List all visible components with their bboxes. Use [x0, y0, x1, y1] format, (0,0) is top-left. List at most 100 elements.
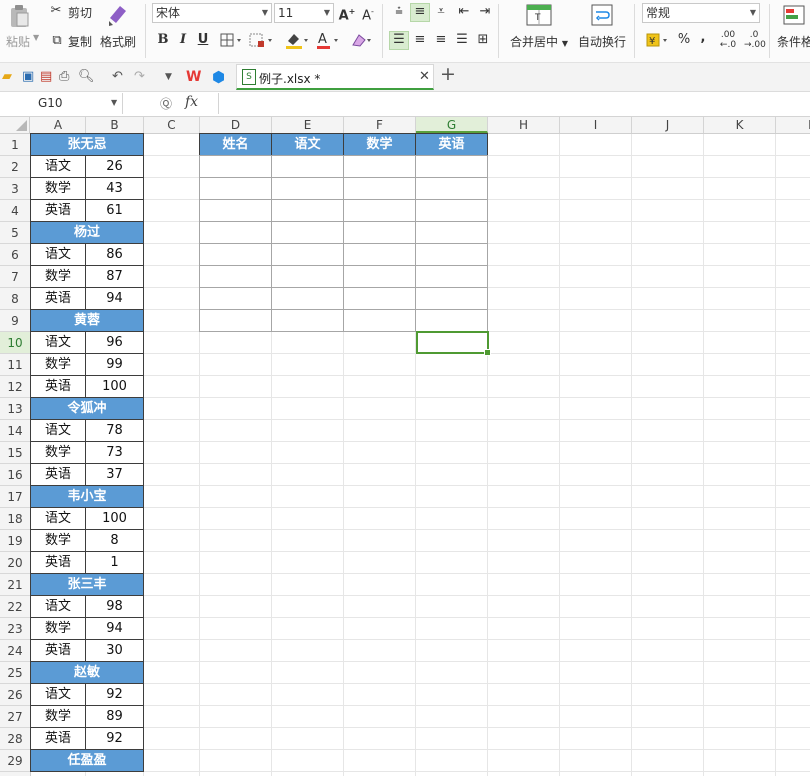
summary-empty-cell[interactable] — [343, 199, 416, 222]
row-header-13[interactable]: 13 — [0, 398, 30, 420]
summary-header-cell[interactable]: 语文 — [271, 133, 344, 156]
score-cell[interactable]: 1 — [85, 551, 144, 574]
subject-cell[interactable]: 英语 — [30, 199, 86, 222]
score-cell[interactable]: 96 — [85, 331, 144, 354]
percent-button[interactable]: % — [676, 32, 692, 48]
summary-empty-cell[interactable] — [415, 199, 488, 222]
summary-empty-cell[interactable] — [199, 177, 272, 200]
subject-cell[interactable]: 数学 — [30, 177, 86, 200]
font-name-select[interactable]: 宋体 ▼ — [152, 3, 272, 23]
summary-empty-cell[interactable] — [199, 265, 272, 288]
row-header-1[interactable]: 1 — [0, 134, 30, 156]
summary-empty-cell[interactable] — [343, 309, 416, 332]
copy-icon[interactable]: ⧉ — [50, 33, 64, 49]
row-header-20[interactable]: 20 — [0, 552, 30, 574]
summary-empty-cell[interactable] — [343, 243, 416, 266]
name-box[interactable]: G10 ▼ — [0, 93, 123, 114]
paste-icon[interactable] — [8, 4, 30, 28]
summary-empty-cell[interactable] — [199, 155, 272, 178]
column-header-e[interactable]: E — [272, 117, 344, 133]
subject-cell[interactable]: 语文 — [30, 507, 86, 530]
row-header-8[interactable]: 8 — [0, 288, 30, 310]
column-header-a[interactable]: A — [31, 117, 86, 133]
score-cell[interactable]: 89 — [85, 705, 144, 728]
student-name-header[interactable]: 赵敏 — [30, 661, 144, 684]
subject-cell[interactable]: 数学 — [30, 441, 86, 464]
score-cell[interactable]: 30 — [85, 639, 144, 662]
row-header-18[interactable]: 18 — [0, 508, 30, 530]
score-cell[interactable]: 43 — [85, 177, 144, 200]
score-cell[interactable]: 26 — [85, 155, 144, 178]
new-tab-icon[interactable]: + — [440, 65, 456, 84]
summary-empty-cell[interactable] — [415, 287, 488, 310]
summary-empty-cell[interactable] — [271, 287, 344, 310]
print-preview-icon[interactable]: 🔍︎ — [78, 69, 95, 85]
align-top-icon[interactable]: ⩮ — [390, 4, 408, 20]
student-name-header[interactable]: 任盈盈 — [30, 749, 144, 772]
chevron-down-icon[interactable]: ▼ — [111, 98, 117, 107]
wps-logo-icon[interactable]: W — [186, 69, 201, 85]
clear-format-icon[interactable] — [348, 31, 374, 54]
summary-empty-cell[interactable] — [271, 243, 344, 266]
align-center-icon[interactable]: ≡ — [411, 32, 429, 48]
summary-empty-cell[interactable] — [271, 177, 344, 200]
score-cell[interactable]: 8 — [85, 529, 144, 552]
score-cell[interactable]: 37 — [85, 463, 144, 486]
student-name-header[interactable]: 杨过 — [30, 221, 144, 244]
summary-empty-cell[interactable] — [271, 221, 344, 244]
score-cell[interactable]: 86 — [85, 243, 144, 266]
summary-header-cell[interactable]: 英语 — [415, 133, 488, 156]
subject-cell[interactable]: 数学 — [30, 353, 86, 376]
row-header-23[interactable]: 23 — [0, 618, 30, 640]
zoom-search-icon[interactable]: Ⓠ — [160, 95, 172, 112]
export-pdf-icon[interactable]: ▤ — [40, 69, 52, 85]
paste-button[interactable]: 粘贴 — [6, 33, 30, 50]
align-middle-icon[interactable]: ≡ — [410, 3, 430, 22]
row-header-27[interactable]: 27 — [0, 706, 30, 728]
summary-empty-cell[interactable] — [415, 155, 488, 178]
format-painter-icon[interactable] — [106, 2, 130, 28]
cut-button[interactable]: 剪切 — [68, 4, 92, 21]
font-color-icon[interactable]: A — [316, 31, 342, 54]
print-icon[interactable]: ⎙ — [59, 69, 69, 85]
student-name-header[interactable]: 令狐冲 — [30, 397, 144, 420]
summary-header-cell[interactable]: 数学 — [343, 133, 416, 156]
score-cell[interactable]: 100 — [85, 507, 144, 530]
column-header-i[interactable]: I — [560, 117, 632, 133]
decrease-indent-icon[interactable]: ⇤ — [455, 4, 473, 20]
row-header-4[interactable]: 4 — [0, 200, 30, 222]
score-cell[interactable]: 87 — [85, 265, 144, 288]
row-header-21[interactable]: 21 — [0, 574, 30, 596]
cell-style-icon[interactable] — [249, 32, 277, 53]
fill-color-icon[interactable] — [284, 31, 312, 54]
subject-cell[interactable]: 数学 — [30, 529, 86, 552]
active-cell-selection[interactable] — [416, 331, 491, 356]
row-header-10[interactable]: 10 — [0, 332, 30, 354]
student-name-header[interactable]: 韦小宝 — [30, 485, 144, 508]
score-cell[interactable]: 94 — [85, 287, 144, 310]
score-cell[interactable]: 78 — [85, 419, 144, 442]
student-name-header[interactable]: 张无忌 — [30, 133, 144, 156]
underline-button[interactable]: U — [195, 32, 211, 48]
copy-button[interactable]: 复制 — [68, 33, 92, 50]
increase-font-icon[interactable]: A+ — [338, 4, 356, 24]
score-cell[interactable]: 98 — [85, 595, 144, 618]
increase-decimal-button[interactable]: .00 ←.0 — [718, 30, 738, 50]
row-header-19[interactable]: 19 — [0, 530, 30, 552]
summary-empty-cell[interactable] — [271, 265, 344, 288]
score-cell[interactable]: 92 — [85, 683, 144, 706]
summary-empty-cell[interactable] — [199, 309, 272, 332]
wrap-text-button[interactable]: 自动换行 — [578, 33, 626, 50]
row-header-28[interactable]: 28 — [0, 728, 30, 750]
justify-icon[interactable]: ☰ — [453, 32, 471, 48]
save-icon[interactable]: ▣ — [22, 69, 34, 85]
column-header-l[interactable]: L — [776, 117, 810, 133]
format-painter-button[interactable]: 格式刷 — [100, 33, 136, 50]
summary-empty-cell[interactable] — [415, 265, 488, 288]
subject-cell[interactable]: 数学 — [30, 617, 86, 640]
align-right-icon[interactable]: ≡ — [432, 32, 450, 48]
formula-input[interactable] — [218, 93, 810, 114]
currency-icon[interactable]: ¥ — [645, 32, 673, 53]
row-header-17[interactable]: 17 — [0, 486, 30, 508]
row-header-22[interactable]: 22 — [0, 596, 30, 618]
